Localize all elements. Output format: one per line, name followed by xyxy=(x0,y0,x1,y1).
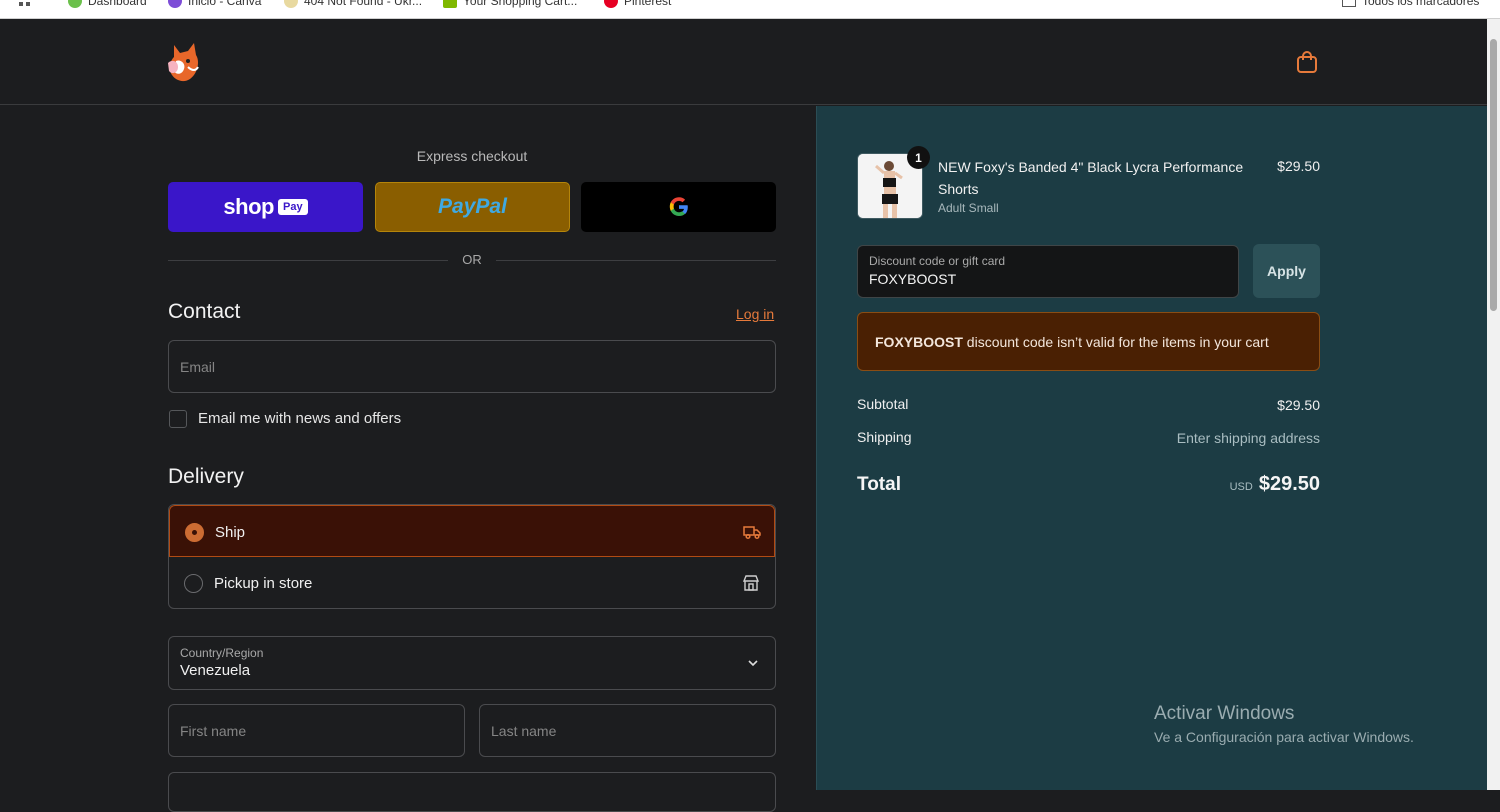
bookmark-label: Dashboard xyxy=(88,0,147,8)
watermark-title: Activar Windows xyxy=(1154,703,1295,724)
shop-pay-button[interactable]: shop Pay xyxy=(168,182,363,232)
google-g-icon xyxy=(669,197,688,216)
pickup-label: Pickup in store xyxy=(214,575,313,592)
shipping-value: Enter shipping address xyxy=(1176,430,1320,446)
discount-error-banner: FOXYBOOST discount code isn’t valid for … xyxy=(857,312,1320,371)
country-select[interactable]: Country/Region Venezuela xyxy=(168,636,776,690)
discount-value: FOXYBOOST xyxy=(869,271,957,287)
bookmark-item[interactable]: Dashboard xyxy=(68,0,147,8)
last-name-placeholder: Last name xyxy=(491,723,557,739)
quantity-badge: 1 xyxy=(907,146,930,169)
watermark-subtitle: Ve a Configuración para activar Windows. xyxy=(1154,729,1414,745)
bookmark-favicon-icon xyxy=(68,0,82,8)
bookmark-favicon-icon xyxy=(168,0,182,8)
bookmark-favicon-icon xyxy=(284,0,298,8)
fox-logo-icon[interactable] xyxy=(166,41,202,83)
google-pay-button[interactable] xyxy=(581,182,776,232)
total-amount: $29.50 xyxy=(1258,473,1320,495)
total-currency: USD xyxy=(1229,481,1253,493)
subtotal-value: $29.50 xyxy=(1277,397,1320,413)
all-bookmarks-label: Todos los marcadores xyxy=(1362,0,1480,8)
order-summary: 1 NEW Foxy's Banded 4" Black Lycra Perfo… xyxy=(816,106,1487,790)
delivery-options: Ship Pickup in store xyxy=(168,504,776,609)
apply-button[interactable]: Apply xyxy=(1253,244,1320,298)
apps-icon[interactable] xyxy=(18,0,34,10)
or-divider: OR xyxy=(168,252,776,268)
discount-error-text: FOXYBOOST discount code isn’t valid for … xyxy=(875,334,1269,350)
contact-title: Contact xyxy=(168,300,241,323)
delivery-option-ship[interactable]: Ship xyxy=(169,505,775,557)
bookmark-favicon-icon xyxy=(443,0,457,8)
discount-code-field[interactable]: Discount code or gift card FOXYBOOST xyxy=(857,245,1239,298)
address-field[interactable] xyxy=(168,772,776,812)
bookmark-item[interactable]: 404 Not Found - Ukr... xyxy=(284,0,422,8)
shop-pay-label: shop xyxy=(223,194,274,219)
last-name-field[interactable]: Last name xyxy=(479,704,776,757)
subtotal-label: Subtotal xyxy=(857,396,909,412)
product-variant: Adult Small xyxy=(938,201,999,215)
bookmark-label: 404 Not Found - Ukr... xyxy=(304,0,423,8)
windows-activation-watermark: Activar Windows Ve a Configuración para … xyxy=(1154,703,1414,745)
country-value: Venezuela xyxy=(180,662,251,679)
ship-label: Ship xyxy=(215,524,246,541)
country-label: Country/Region xyxy=(180,646,264,660)
ship-radio[interactable] xyxy=(185,523,204,542)
error-message: discount code isn’t valid for the items … xyxy=(962,334,1269,350)
error-code: FOXYBOOST xyxy=(875,334,963,350)
folder-icon xyxy=(1342,0,1356,7)
bookmark-item[interactable]: Inicio - Canva xyxy=(168,0,261,8)
pickup-radio[interactable] xyxy=(184,574,203,593)
bookmark-label: Inicio - Canva xyxy=(188,0,262,8)
newsletter-checkbox[interactable] xyxy=(169,410,187,428)
product-name: NEW Foxy's Banded 4" Black Lycra Perform… xyxy=(938,159,1244,197)
login-link[interactable]: Log in xyxy=(736,306,774,322)
email-placeholder: Email xyxy=(180,359,216,375)
express-checkout-title: Express checkout xyxy=(416,148,528,164)
paypal-button[interactable]: PayPal xyxy=(375,182,570,232)
page-scrollbar[interactable] xyxy=(1487,19,1500,790)
bookmark-label: Your Shopping Cart... xyxy=(463,0,578,8)
shipping-label: Shipping xyxy=(857,429,912,445)
total-value-group: USD $29.50 xyxy=(1020,473,1320,496)
bookmarks-bar: Dashboard Inicio - Canva 404 Not Found -… xyxy=(0,0,1500,19)
checkout-form: Express checkout shop Pay PayPal OR Cont… xyxy=(0,106,816,812)
store-icon xyxy=(742,575,760,591)
delivery-option-pickup[interactable]: Pickup in store xyxy=(169,557,775,608)
site-header xyxy=(0,19,1487,105)
bookmark-favicon-icon xyxy=(604,0,618,8)
shop-pay-pill: Pay xyxy=(277,199,308,215)
delivery-title: Delivery xyxy=(168,465,244,488)
paypal-label: PayPal xyxy=(438,195,507,218)
first-name-placeholder: First name xyxy=(180,723,247,739)
truck-icon xyxy=(743,526,761,540)
shopping-bag-icon[interactable] xyxy=(1294,49,1320,75)
product-price: $29.50 xyxy=(1277,158,1320,174)
total-label: Total xyxy=(857,474,901,495)
discount-label: Discount code or gift card xyxy=(869,254,1006,268)
or-label: OR xyxy=(462,252,482,267)
newsletter-label: Email me with news and offers xyxy=(198,410,402,427)
chevron-down-icon xyxy=(748,660,758,667)
bookmark-item[interactable]: Your Shopping Cart... xyxy=(443,0,577,8)
all-bookmarks[interactable]: Todos los marcadores xyxy=(1342,0,1479,8)
bookmark-label: Pinterest xyxy=(624,0,672,8)
first-name-field[interactable]: First name xyxy=(168,704,465,757)
bookmark-item[interactable]: Pinterest xyxy=(604,0,671,8)
scrollbar-thumb[interactable] xyxy=(1490,39,1497,311)
email-field[interactable]: Email xyxy=(168,340,776,393)
